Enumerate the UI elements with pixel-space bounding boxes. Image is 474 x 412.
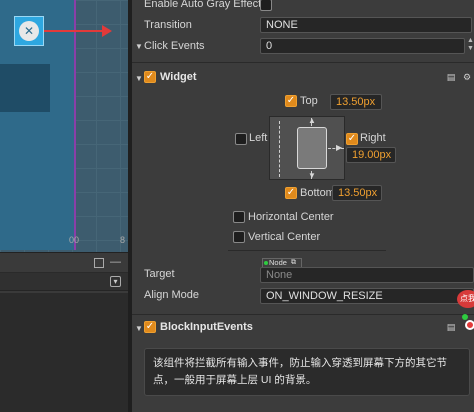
block-input-events-title: BlockInputEvents (160, 321, 253, 333)
widget-right-checkbox[interactable]: ✓ (346, 133, 358, 145)
cursor-indicator-icon (462, 314, 468, 320)
click-events-expand-icon[interactable]: ▼ (135, 42, 143, 51)
ruler-label: 8 (120, 235, 126, 245)
widget-top-label: Top (300, 95, 318, 107)
node-chip-label: Node (269, 258, 287, 267)
node-dot-icon (264, 261, 268, 265)
close-icon: ✕ (19, 21, 39, 41)
block-input-events-collapse-icon[interactable]: ▼ (135, 324, 143, 333)
block-input-events-description: 该组件将拦截所有输入事件，防止输入穿透到屏幕下方的其它节点，一般用于屏幕上层 U… (144, 348, 470, 396)
cursor-dot-icon (465, 320, 474, 330)
widget-top-input[interactable]: 13.50px (330, 94, 382, 110)
bottom-panel-body (0, 293, 128, 412)
widget-target-rect (297, 127, 327, 169)
horizontal-center-label: Horizontal Center (248, 211, 334, 223)
target-label: Target (144, 268, 175, 280)
align-mode-label: Align Mode (144, 289, 200, 301)
inspector-panel: Enable Auto Gray Effect Transition NONE … (132, 0, 474, 412)
widget-enabled-checkbox[interactable]: ✓ (144, 71, 156, 83)
node-type-chip: Node ⧉ (262, 258, 302, 267)
arrow-right-icon: ▶ (336, 143, 343, 152)
selected-node-sprite[interactable]: ✕ (14, 16, 44, 46)
horizontal-center-checkbox[interactable] (233, 211, 245, 223)
widget-left-checkbox[interactable] (235, 133, 247, 145)
widget-top-checkbox[interactable]: ✓ (285, 95, 297, 107)
enable-auto-gray-effect-label: Enable Auto Gray Effect (144, 0, 262, 10)
widget-bottom-label: Bottom (300, 187, 335, 199)
bottom-panel-toolbar: — (0, 253, 128, 273)
book-icon[interactable]: ▤ (446, 72, 456, 82)
enable-auto-gray-effect-checkbox[interactable] (260, 0, 272, 11)
separator (228, 250, 386, 251)
widget-title: Widget (160, 71, 197, 83)
widget-collapse-icon[interactable]: ▼ (135, 74, 143, 83)
bottom-panel: — ▾ (0, 252, 128, 412)
transition-label: Transition (144, 19, 192, 31)
widget-bottom-checkbox[interactable]: ✓ (285, 187, 297, 199)
arrow-up-icon: ▲ (308, 116, 316, 125)
transition-select[interactable]: NONE (260, 17, 472, 33)
click-events-count-input[interactable]: 0 (260, 38, 465, 54)
annotation-badge: 点我 (457, 290, 474, 308)
widget-bottom-input[interactable]: 13.50px (332, 185, 382, 201)
ruler-label: 00 (69, 235, 80, 245)
annotation-arrow-line (44, 30, 104, 32)
align-mode-select[interactable]: ON_WINDOW_RESIZE (260, 288, 474, 304)
link-icon: ⧉ (291, 259, 296, 266)
vertical-center-checkbox[interactable] (233, 231, 245, 243)
separator (132, 62, 474, 63)
scene-node-block[interactable] (0, 64, 50, 112)
scene-view[interactable]: ✕ 00 8 (0, 0, 128, 252)
widget-left-label: Left (249, 132, 268, 144)
click-events-label: Click Events (144, 40, 205, 52)
minus-icon[interactable]: — (110, 256, 121, 268)
arrow-down-icon: ▼ (308, 171, 316, 180)
maximize-icon[interactable] (94, 258, 104, 268)
click-events-stepper-icon[interactable]: ▲ ▼ (467, 37, 474, 53)
block-input-events-enabled-checkbox[interactable]: ✓ (144, 321, 156, 333)
bottom-panel-header: ▾ (0, 273, 128, 291)
annotation-arrow-head-icon (102, 25, 112, 37)
widget-right-label: Right (360, 132, 386, 144)
separator (132, 314, 474, 315)
gear-icon[interactable]: ⚙ (462, 72, 472, 82)
target-node-field[interactable]: None (260, 267, 474, 283)
menu-icon[interactable]: ▾ (110, 276, 121, 287)
left-guide (279, 121, 280, 177)
widget-right-input[interactable]: 19.00px (346, 147, 396, 163)
book-icon[interactable]: ▤ (446, 322, 456, 332)
widget-alignment-diagram: ▲ ▼ ▶ (269, 116, 345, 180)
vertical-center-label: Vertical Center (248, 231, 321, 243)
